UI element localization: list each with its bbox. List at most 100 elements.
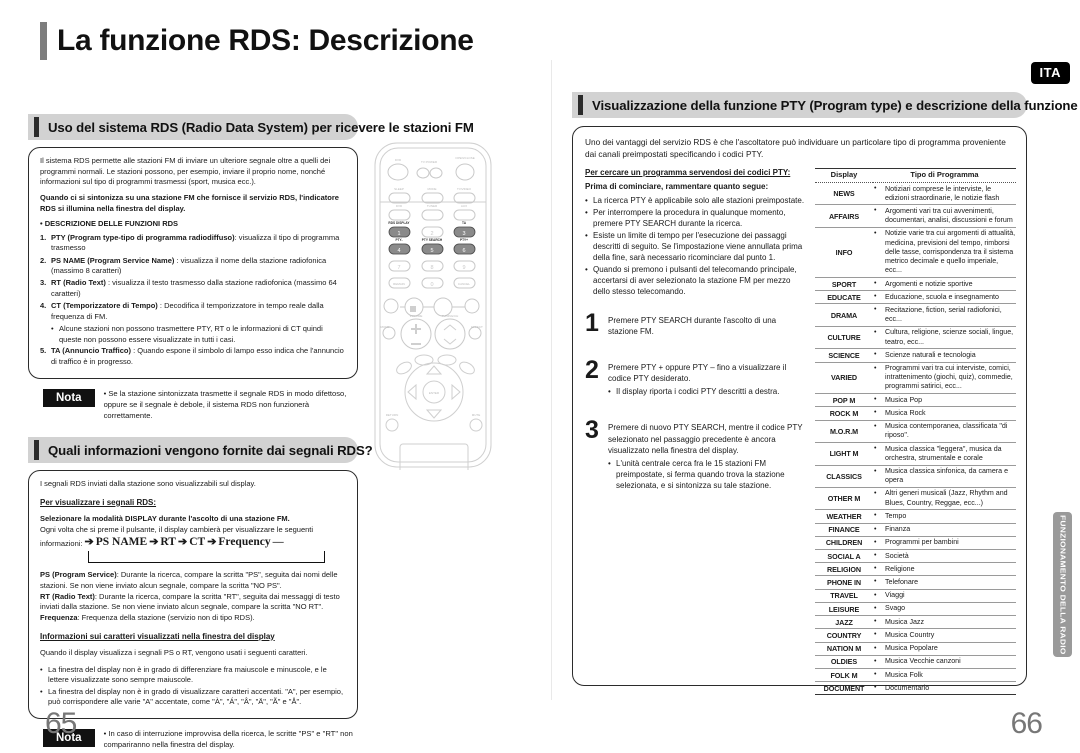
pty-description-cell: • Musica Popolare: [873, 642, 1016, 656]
pty-description-cell: • Programmi vari tra cui interviste, comi…: [873, 362, 1016, 395]
rds-intro-paragraph: Il sistema RDS permette alle stazioni FM…: [40, 156, 331, 187]
pty-content-box: Uno dei vantaggi del servizio RDS è che …: [572, 126, 1027, 696]
svg-text:EFFECT: EFFECT: [471, 325, 483, 329]
pty-description-cell: • Documentario: [873, 681, 1016, 696]
pty-description-text: Musica Country: [885, 630, 935, 639]
pty-description-text: Programmi vari tra cui interviste, comic…: [885, 364, 1013, 391]
bullet-icon: •: [874, 327, 877, 336]
bullet-icon: •: [874, 551, 877, 560]
bullet-icon: •: [874, 488, 877, 497]
pty-code-cell: PHONE IN: [815, 575, 873, 590]
svg-text:TV POWER: TV POWER: [421, 160, 438, 164]
pty-code-cell: NEWS: [815, 182, 873, 206]
pty-description-cell: • Musica Folk: [873, 668, 1016, 683]
pty-step-subnote: L'unità centrale cerca fra le 15 stazion…: [608, 458, 807, 491]
pty-description-cell: • Musica classica "leggera", musica da or…: [873, 442, 1016, 466]
pty-step-text: Premere PTY + oppure PTY – fino a visual…: [608, 363, 787, 384]
bullet-icon: •: [874, 511, 877, 520]
pty-code-cell: LIGHT M: [815, 442, 873, 466]
pty-code-cell: SCIENCE: [815, 348, 873, 363]
svg-text:0: 0: [430, 282, 433, 288]
page-title: La funzione RDS: Descrizione: [40, 22, 474, 60]
pty-description-cell: • Educazione, scuola e insegnamento: [873, 290, 1016, 305]
pty-search-heading: Per cercare un programma servendosi dei …: [585, 168, 791, 178]
pty-table-row: NATION M • Musica Popolare: [815, 642, 1016, 656]
svg-text:AUX: AUX: [461, 204, 467, 208]
svg-text:1: 1: [397, 231, 400, 237]
pty-before-bullet: La ricerca PTY è applicabile solo alle s…: [585, 195, 807, 206]
section-header-rds-signals: Quali informazioni vengono fornite dai s…: [28, 437, 373, 464]
pty-table-row: DOCUMENT • Documentario: [815, 681, 1016, 696]
svg-text:PTY-: PTY-: [395, 238, 402, 242]
pty-code-cell: FOLK M: [815, 668, 873, 683]
pty-code-cell: AFFAIRS: [815, 204, 873, 228]
pty-code-cell: ROCK M: [815, 406, 873, 421]
note-label: Nota: [43, 389, 95, 408]
bullet-icon: •: [874, 643, 877, 652]
svg-text:MODE: MODE: [381, 325, 390, 329]
pty-description-text: Altri generi musicali (Jazz, Rhythm and …: [885, 489, 1008, 507]
pty-step-text: Premere PTY SEARCH durante l'ascolto di …: [608, 316, 777, 337]
pty-table-col-display: Display: [815, 168, 873, 184]
pty-code-cell: OTHER M: [815, 487, 873, 511]
pty-table-row: SOCIAL A • Società: [815, 549, 1016, 564]
pty-code-cell: POP M: [815, 393, 873, 408]
pty-description-text: Musica Pop: [885, 395, 923, 404]
pty-instructions-column: Per cercare un programma servendosi dei …: [585, 168, 807, 709]
bullet-icon: •: [874, 537, 877, 546]
pty-description-text: Telefonare: [885, 577, 919, 586]
pty-table-row: SCIENCE • Scienze naturali e tecnologia: [815, 348, 1016, 363]
pty-description-text: Musica classica sinfonica, da camera e o…: [885, 467, 1009, 485]
pty-description-cell: • Svago: [873, 602, 1016, 617]
pty-table-row: DRAMA • Recitazione, fiction, serial radio…: [815, 303, 1016, 327]
svg-text:7: 7: [397, 265, 400, 271]
pty-step-number: 2: [585, 356, 599, 385]
pty-description-cell: • Altri generi musicali (Jazz, Rhythm and…: [873, 487, 1016, 511]
bullet-icon: •: [874, 670, 877, 678]
section-header-pty: Visualizzazione della funzione PTY (Prog…: [572, 92, 1080, 118]
svg-text:TUNING/CH: TUNING/CH: [442, 314, 459, 318]
pty-code-cell: COUNTRY: [815, 628, 873, 643]
pty-step-subnote: Il display riporta i codici PTY descritt…: [608, 386, 807, 397]
pty-description-text: Scienze naturali e tecnologia: [885, 350, 976, 359]
svg-text:REMAIN: REMAIN: [393, 282, 405, 286]
signals-bold-line: Selezionare la modalità DISPLAY durante …: [40, 514, 290, 524]
remote-control-illustration: 1 3 4 5 6 2 7 8 9 0 DVD TV POWER OPEN/CLOSE S…: [372, 140, 494, 470]
bullet-icon: •: [874, 444, 877, 453]
svg-text:2: 2: [430, 231, 433, 237]
flow-step-ps-name: PS NAME: [95, 535, 148, 548]
pty-table-row: CULTURE • Cultura, religione, scienze soci…: [815, 326, 1016, 350]
rds-functions-list-title: • DESCRIZIONE DELLE FUNZIONI RDS: [40, 219, 179, 229]
signals-line-2: Ogni volta che si preme il pulsante, il …: [40, 524, 314, 534]
signal-definition-frequency: Frequenza: Frequenza della stazione (ser…: [40, 612, 255, 622]
rds-function-subnote: Alcune stazioni non possono trasmettere …: [40, 324, 347, 345]
pty-table-head: Display Tipo di Programma: [815, 168, 1016, 184]
svg-text:RDS DISPLAY: RDS DISPLAY: [388, 221, 410, 225]
svg-text:PTY+: PTY+: [460, 238, 468, 242]
chars-bullet: La finestra del display non è in grado d…: [40, 687, 347, 708]
signals-line-3: informazioni:: [40, 539, 83, 549]
bullet-icon: •: [874, 206, 877, 215]
rds-function-item: 3. RT (Radio Text) : visualizza il testo …: [40, 278, 337, 299]
pty-table-row: RELIGION • Religione: [815, 562, 1016, 577]
pty-description-text: Argomenti e notizie sportive: [885, 279, 973, 288]
pty-description-cell: • Musica Jazz: [873, 615, 1016, 630]
flow-step-rt: RT: [160, 535, 176, 548]
svg-text:PTY SEARCH: PTY SEARCH: [422, 238, 443, 242]
pty-description-cell: • Viaggi: [873, 589, 1016, 603]
bullet-icon: •: [874, 421, 877, 430]
pty-description-cell: • Religione: [873, 562, 1016, 577]
pty-table-row: INFO • Notizie varie tra cui argomenti di …: [815, 227, 1016, 279]
pty-table-row: FINANCE • Finanza: [815, 523, 1016, 537]
pty-code-cell: CHILDREN: [815, 536, 873, 551]
pty-description-cell: • Recitazione, fiction, serial radiofonic…: [873, 303, 1016, 327]
svg-text:DVD: DVD: [395, 158, 402, 162]
chars-bullet: La finestra del display non è in grado d…: [40, 665, 347, 686]
svg-text:TV/VIDEO: TV/VIDEO: [457, 187, 472, 191]
bullet-icon: •: [874, 305, 877, 314]
pty-code-table: Display Tipo di Programma NEWS • Notiziari…: [815, 168, 1016, 696]
rds-function-item: 2. PS NAME (Program Service Name) : visua…: [40, 255, 327, 276]
pty-description-text: Musica Rock: [885, 408, 926, 417]
pty-description-cell: • Argomenti vari tra cui avvenimenti, doc…: [873, 204, 1016, 228]
rds-signals-box: I segnali RDS inviati dalla stazione son…: [28, 470, 358, 720]
